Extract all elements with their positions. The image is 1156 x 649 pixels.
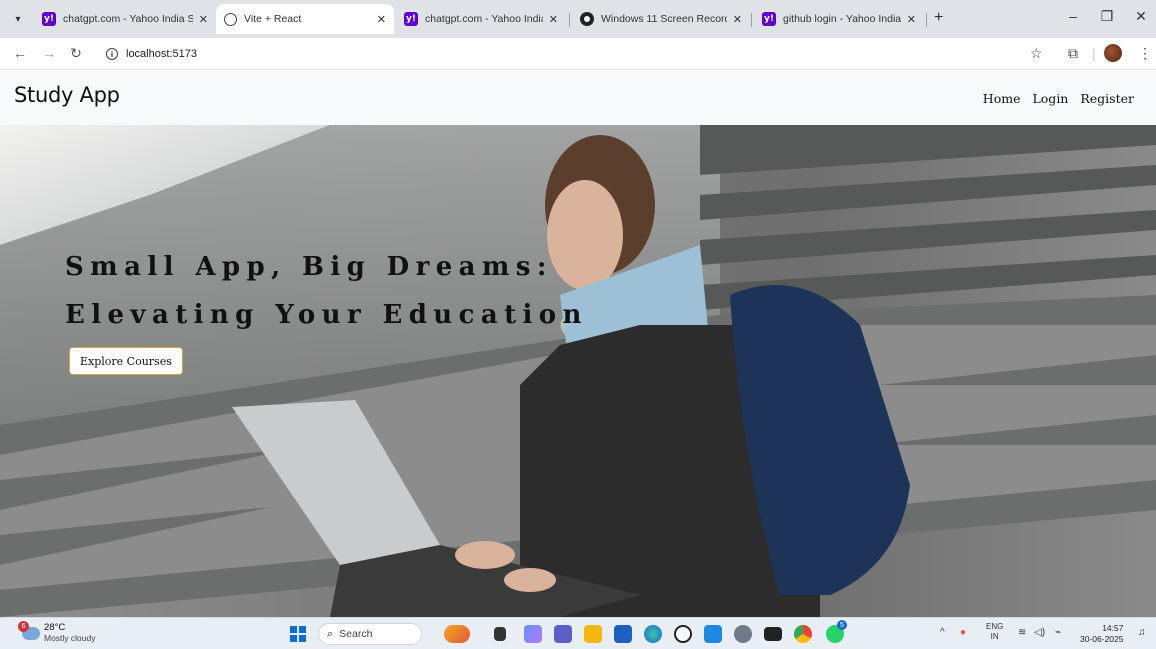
browser-toolbar: ← → ↻ i localhost:5173 ☆ ⧉ | ⋮ bbox=[0, 38, 1156, 70]
tab-close-icon[interactable]: ✕ bbox=[199, 13, 208, 26]
minimize-icon[interactable]: – bbox=[1058, 8, 1088, 24]
extensions-icon[interactable]: ⧉ bbox=[1068, 45, 1078, 62]
tray-app-icon[interactable]: ● bbox=[960, 627, 966, 638]
weather-temperature: 28°C bbox=[44, 622, 66, 633]
copilot-icon[interactable] bbox=[444, 625, 470, 643]
nav-login-link[interactable]: Login bbox=[1032, 91, 1068, 106]
chrome-icon[interactable] bbox=[794, 625, 812, 643]
tab-search-chevron-icon[interactable]: ▾ bbox=[8, 9, 28, 29]
back-icon[interactable]: ← bbox=[11, 45, 29, 61]
bookmark-star-icon[interactable]: ☆ bbox=[1030, 45, 1043, 62]
hero-headline-line-2: Elevating Your Education bbox=[65, 300, 588, 330]
system-clock[interactable]: 14:57 30-06-2025 bbox=[1080, 623, 1123, 645]
app-navbar: Study App Home Login Register bbox=[0, 71, 1156, 125]
brand-logo[interactable]: Study App bbox=[14, 83, 120, 107]
site-info-icon[interactable]: i bbox=[106, 48, 118, 60]
record-icon bbox=[580, 12, 594, 26]
show-hidden-icons-icon[interactable]: ^ bbox=[940, 627, 945, 638]
browser-tab[interactable]: y! chatgpt.com - Yahoo India Sear ✕ bbox=[396, 4, 566, 34]
browser-tab-active[interactable]: Vite + React ✕ bbox=[216, 4, 394, 34]
settings-icon[interactable] bbox=[734, 625, 752, 643]
terminal-icon[interactable] bbox=[764, 627, 782, 641]
whatsapp-icon[interactable]: 5 bbox=[826, 620, 847, 643]
hero-headline: Small App, Big Dreams: Elevating Your Ed… bbox=[65, 243, 588, 339]
weather-badge: 6 bbox=[18, 620, 29, 632]
windows-taskbar: 6 28°C Mostly cloudy ⌕ Search 5 ^ ● ENG … bbox=[0, 617, 1156, 649]
tab-close-icon[interactable]: ✕ bbox=[549, 13, 558, 26]
store-icon[interactable] bbox=[614, 625, 632, 643]
task-view-icon[interactable] bbox=[494, 627, 506, 641]
tab-close-icon[interactable]: ✕ bbox=[907, 13, 916, 26]
search-icon: ⌕ bbox=[327, 627, 334, 640]
language-indicator[interactable]: ENG IN bbox=[986, 622, 1003, 642]
hero-section: Small App, Big Dreams: Elevating Your Ed… bbox=[0, 125, 1156, 617]
language-line-2: IN bbox=[990, 632, 999, 641]
new-tab-icon[interactable]: + bbox=[934, 9, 943, 27]
tab-separator bbox=[926, 13, 927, 27]
wifi-icon[interactable]: ≋ bbox=[1018, 627, 1026, 638]
explore-courses-button[interactable]: Explore Courses bbox=[69, 347, 183, 375]
tab-close-icon[interactable]: ✕ bbox=[377, 13, 386, 26]
tab-separator bbox=[751, 13, 752, 27]
profile-avatar[interactable] bbox=[1104, 44, 1122, 62]
yahoo-icon: y! bbox=[762, 12, 776, 26]
nav-register-link[interactable]: Register bbox=[1080, 91, 1134, 106]
clock-time: 14:57 bbox=[1102, 623, 1124, 633]
browser-menu-icon[interactable]: ⋮ bbox=[1138, 45, 1152, 62]
weather-widget[interactable]: 6 28°C Mostly cloudy bbox=[18, 620, 96, 643]
teams-icon[interactable] bbox=[554, 625, 572, 643]
nav-links: Home Login Register bbox=[983, 91, 1134, 106]
language-line-1: ENG bbox=[986, 622, 1004, 631]
tab-close-icon[interactable]: ✕ bbox=[733, 13, 742, 26]
dell-icon[interactable] bbox=[674, 625, 692, 643]
browser-tab[interactable]: Windows 11 Screen Recording ✕ bbox=[572, 4, 750, 34]
nav-home-link[interactable]: Home bbox=[983, 91, 1021, 106]
yahoo-icon: y! bbox=[404, 12, 418, 26]
vscode-icon[interactable] bbox=[704, 625, 722, 643]
browser-tab[interactable]: y! chatgpt.com - Yahoo India Sear ✕ bbox=[34, 4, 216, 34]
copilot-app-icon[interactable] bbox=[524, 625, 542, 643]
clock-date: 30-06-2025 bbox=[1080, 634, 1124, 644]
file-explorer-icon[interactable] bbox=[584, 625, 602, 643]
volume-icon[interactable]: ◁) bbox=[1034, 627, 1045, 638]
toolbar-divider: | bbox=[1092, 45, 1096, 61]
window-close-icon[interactable]: ✕ bbox=[1126, 8, 1156, 25]
taskbar-search-label: Search bbox=[339, 628, 373, 640]
hero-headline-line-1: Small App, Big Dreams: bbox=[65, 252, 553, 282]
tab-title: github login - Yahoo India Sear bbox=[783, 13, 901, 25]
cloud-icon: 6 bbox=[18, 620, 40, 640]
reload-icon[interactable]: ↻ bbox=[67, 45, 85, 62]
tab-title: Windows 11 Screen Recording bbox=[601, 13, 727, 25]
url-text[interactable]: localhost:5173 bbox=[126, 48, 197, 60]
browser-tab[interactable]: y! github login - Yahoo India Sear ✕ bbox=[754, 4, 924, 34]
browser-tab-strip: ▾ y! chatgpt.com - Yahoo India Sear ✕ Vi… bbox=[0, 0, 1156, 38]
restore-icon[interactable]: ❐ bbox=[1092, 8, 1122, 25]
edge-icon[interactable] bbox=[644, 625, 662, 643]
tab-title: chatgpt.com - Yahoo India Sear bbox=[425, 13, 543, 25]
yahoo-icon: y! bbox=[42, 12, 56, 26]
tab-title: Vite + React bbox=[244, 13, 302, 25]
weather-condition: Mostly cloudy bbox=[44, 633, 96, 643]
taskbar-search[interactable]: ⌕ Search bbox=[318, 623, 422, 645]
tab-separator bbox=[569, 13, 570, 27]
forward-icon[interactable]: → bbox=[40, 45, 58, 61]
windows-start-icon[interactable] bbox=[290, 626, 306, 642]
notification-bell-icon[interactable]: ♫ bbox=[1138, 627, 1146, 638]
address-bar[interactable]: i localhost:5173 bbox=[106, 44, 197, 64]
tab-title: chatgpt.com - Yahoo India Sear bbox=[63, 13, 193, 25]
battery-icon[interactable]: ⌁ bbox=[1055, 627, 1061, 638]
globe-icon bbox=[224, 12, 237, 26]
app-badge: 5 bbox=[837, 620, 847, 630]
